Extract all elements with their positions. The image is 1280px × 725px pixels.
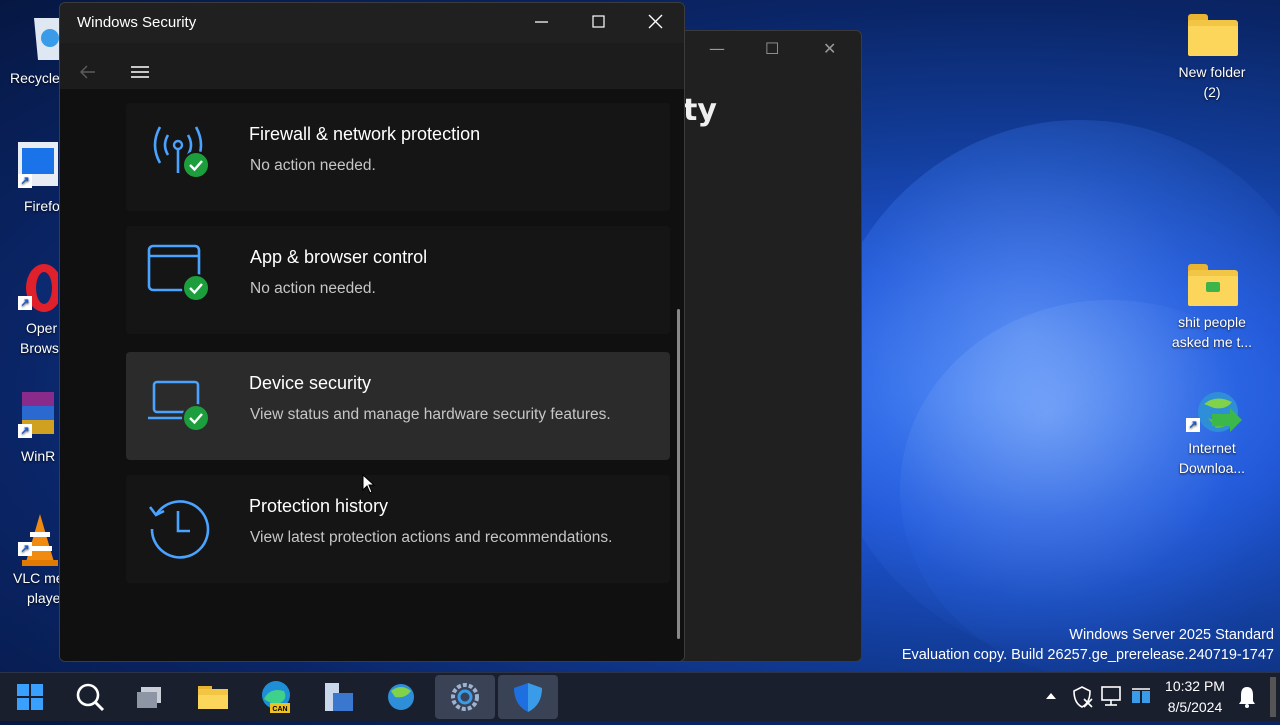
desktop-icon-shit-people-folder[interactable]: shit people asked me t... <box>1167 262 1257 352</box>
maximize-icon <box>592 15 605 28</box>
desktop-icon-new-folder[interactable]: New folder (2) <box>1167 12 1257 102</box>
hamburger-menu-icon[interactable] <box>130 64 150 80</box>
desktop-icon-label-line2: (2) <box>1203 84 1221 100</box>
card-title: Protection history <box>249 496 389 516</box>
check-icon <box>182 151 210 179</box>
back-arrow-icon[interactable] <box>78 63 98 81</box>
start-button[interactable] <box>0 673 60 721</box>
navigation-bar <box>60 43 684 90</box>
title-bar[interactable]: Windows Security <box>60 3 684 43</box>
folder-icon <box>1186 12 1238 56</box>
task-view-icon <box>137 687 161 708</box>
close-icon[interactable]: ✕ <box>823 39 836 58</box>
clock-time: 10:32 PM <box>1165 678 1225 694</box>
app-browser-window-icon <box>146 244 212 304</box>
maximize-button[interactable] <box>570 3 626 43</box>
card-subtitle: View latest protection actions and recom… <box>250 529 613 546</box>
folder-icon <box>1186 262 1238 306</box>
file-explorer-icon <box>198 686 228 709</box>
history-clock-icon <box>146 493 212 559</box>
search-button[interactable] <box>60 673 120 721</box>
firefox-icon: ↗ <box>18 140 58 190</box>
watermark-edition: Windows Server 2025 Standard <box>1069 627 1274 643</box>
firewall-antenna-icon <box>146 121 212 181</box>
start-icon <box>17 684 43 710</box>
internet-download-manager-icon: ↗ <box>1186 388 1242 432</box>
check-icon <box>182 404 210 432</box>
desktop-icon-label-line2: Downloa... <box>1178 460 1246 476</box>
task-view-button[interactable] <box>121 673 181 721</box>
windows-security-window[interactable]: Windows Security Firewall & network prot… <box>59 2 685 662</box>
shortcut-arrow-icon: ↗ <box>18 296 32 310</box>
network-app-button[interactable] <box>371 673 431 721</box>
shortcut-arrow-icon: ↗ <box>18 174 32 188</box>
card-device-security[interactable]: Device security View status and manage h… <box>126 352 670 460</box>
card-app-browser-control[interactable]: App & browser control No action needed. <box>126 226 670 334</box>
settings-icon <box>451 683 479 711</box>
card-protection-history[interactable]: Protection history View latest protectio… <box>126 475 670 583</box>
opera-icon: ↗ <box>18 262 62 312</box>
content-area: Firewall & network protection No action … <box>60 89 684 661</box>
notification-bell-icon[interactable] <box>1236 673 1258 721</box>
search-icon <box>76 683 105 712</box>
scrollbar-thumb[interactable] <box>677 309 680 639</box>
card-subtitle: No action needed. <box>250 280 376 297</box>
shortcut-arrow-icon: ↗ <box>18 542 32 556</box>
taskbar: CAN 10:32 PM 8/5/2024 <box>0 672 1280 721</box>
windows-security-icon <box>514 683 542 712</box>
background-window[interactable]: — ☐ ✕ ty <box>660 30 862 662</box>
maximize-icon[interactable]: ☐ <box>765 39 779 58</box>
desktop-icon-label: shit people <box>1178 314 1246 330</box>
card-firewall-network-protection[interactable]: Firewall & network protection No action … <box>126 103 670 211</box>
card-subtitle: View status and manage hardware security… <box>250 406 611 423</box>
edge-icon: CAN <box>262 681 290 713</box>
check-icon <box>182 274 210 302</box>
edge-badge: CAN <box>272 706 287 713</box>
mouse-cursor-icon <box>362 474 376 494</box>
server-manager-button[interactable] <box>308 673 368 721</box>
close-button[interactable] <box>627 3 683 43</box>
windows-security-taskbar-button[interactable] <box>498 675 558 719</box>
minimize-button[interactable] <box>513 3 569 43</box>
network-icon <box>388 684 414 710</box>
card-title: App & browser control <box>250 247 428 267</box>
card-subtitle: No action needed. <box>250 157 376 174</box>
file-explorer-button[interactable] <box>183 673 243 721</box>
watermark-build: Evaluation copy. Build 26257.ge_prerelea… <box>901 647 1274 663</box>
desktop-icon-label-line2: asked me t... <box>1171 334 1253 350</box>
window-title: Windows Security <box>77 14 197 31</box>
vlc-icon: ↗ <box>18 512 58 566</box>
close-icon <box>648 14 663 29</box>
winrar-icon: ↗ <box>18 390 58 440</box>
edge-button[interactable]: CAN <box>246 673 306 721</box>
network-tray-icon[interactable] <box>1100 673 1124 721</box>
taskbar-clock[interactable]: 10:32 PM 8/5/2024 <box>1148 676 1242 718</box>
defender-tray-icon[interactable] <box>1070 673 1094 721</box>
card-title: Firewall & network protection <box>249 124 481 144</box>
card-title: Device security <box>249 373 372 393</box>
shortcut-arrow-icon: ↗ <box>1186 418 1200 432</box>
clock-date: 8/5/2024 <box>1167 699 1223 715</box>
server-manager-icon <box>325 683 353 711</box>
laptop-icon <box>146 370 212 432</box>
minimize-icon[interactable]: — <box>709 39 725 58</box>
minimize-icon <box>535 21 548 23</box>
settings-button[interactable] <box>435 675 495 719</box>
shortcut-arrow-icon: ↗ <box>18 424 32 438</box>
chevron-up-icon[interactable] <box>1042 673 1060 721</box>
desktop-icon-label: New folder <box>1178 64 1246 80</box>
show-desktop-button[interactable] <box>1270 677 1276 717</box>
desktop-icon-internet-download-manager[interactable]: ↗ Internet Downloa... <box>1167 388 1257 478</box>
background-window-title: ty <box>683 93 717 128</box>
